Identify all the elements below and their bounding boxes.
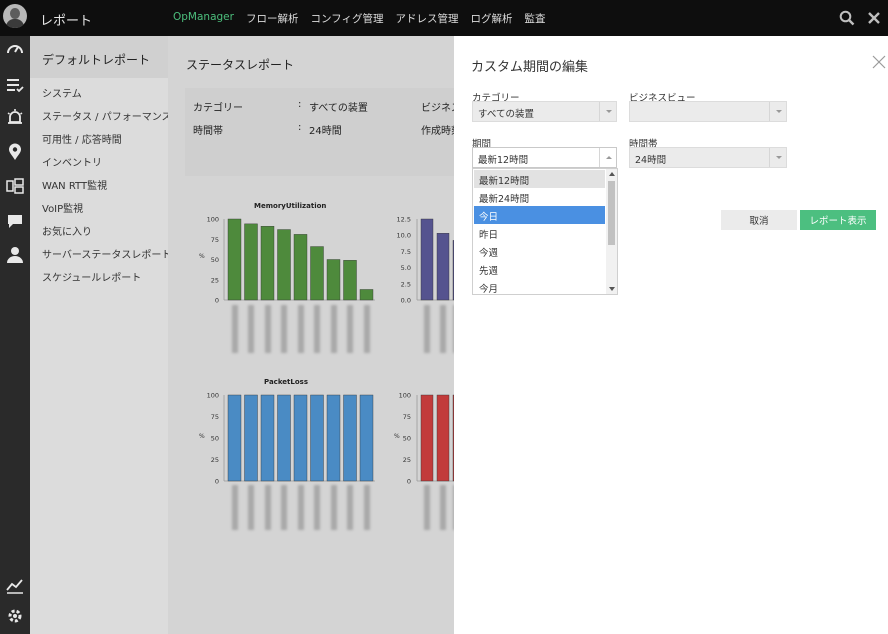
chart-category-label-blurred <box>231 485 238 530</box>
chart-bar <box>359 394 374 482</box>
chart-bar <box>260 226 275 301</box>
chart-category-label-blurred <box>440 305 446 353</box>
chart-y-tick-label: 75 <box>211 236 219 244</box>
dialog-title: カスタム期間の編集 <box>471 60 589 75</box>
chart-bar <box>277 394 291 482</box>
chart-y-tick-label: 0 <box>407 478 411 486</box>
chart-bar <box>310 394 324 482</box>
chart-y-tick-label: 75 <box>211 413 219 421</box>
chart-bar <box>436 394 450 482</box>
chart-y-tick-label: 50 <box>403 435 411 443</box>
chart-y-tick-label: 2.5 <box>401 280 411 288</box>
period-select-value: 最新12時間 <box>478 155 529 166</box>
chevron-down-icon <box>769 148 786 167</box>
chart-category-label-blurred <box>314 485 320 530</box>
chart-y-tick-label: 0 <box>215 478 219 486</box>
scroll-thumb[interactable] <box>608 181 615 245</box>
chart-y-tick-label: 25 <box>211 276 219 284</box>
chart-category-label-blurred <box>231 305 238 353</box>
chart-category-label-blurred <box>314 305 320 353</box>
period-option-today[interactable]: 今日 <box>474 206 605 224</box>
chart-category-label-blurred <box>347 305 353 353</box>
chart-y-axis-label: % <box>199 253 205 260</box>
chart-category-label-blurred <box>248 485 254 530</box>
show-report-button[interactable]: レポート表示 <box>800 210 876 230</box>
chart-y-tick-label: 25 <box>403 456 411 464</box>
chart-category-label-blurred <box>330 485 337 530</box>
chevron-down-icon <box>769 102 786 121</box>
chart-bar <box>343 260 357 301</box>
category-select-value: すべての装置 <box>478 109 534 120</box>
chart-y-tick-label: 0.0 <box>401 297 411 305</box>
chart-y-axis-label: % <box>199 433 205 440</box>
chart-category-label-blurred <box>297 485 304 530</box>
chart-y-tick-label: 7.5 <box>401 248 411 256</box>
scroll-up-arrow-icon[interactable] <box>609 172 615 176</box>
period-option-latest-24h[interactable]: 最新24時間 <box>474 188 605 206</box>
chart-y-axis-label: % <box>394 433 400 440</box>
chart-bar <box>420 394 434 482</box>
chart-category-label-blurred <box>330 305 337 353</box>
period-dropdown-list: 最新12時間 最新24時間 今日 昨日 今週 先週 今月 <box>472 168 618 295</box>
chart-category-label-blurred <box>440 485 446 530</box>
chart-y-tick-label: 75 <box>403 413 411 421</box>
category-select[interactable]: すべての装置 <box>472 101 617 122</box>
chart-category-label-blurred <box>281 305 287 353</box>
custom-period-dialog <box>454 36 888 634</box>
chart-bar <box>244 223 258 301</box>
period-option-yesterday[interactable]: 昨日 <box>474 224 605 242</box>
chart-y-tick-label: 0 <box>215 297 219 305</box>
chart-y-tick-label: 50 <box>211 435 219 443</box>
chart-category-label-blurred <box>424 305 430 353</box>
time-range-select-value: 24時間 <box>635 155 667 166</box>
cancel-button[interactable]: 取消 <box>721 210 797 230</box>
chart-bar <box>260 394 275 482</box>
scroll-down-arrow-icon[interactable] <box>609 287 615 291</box>
chart-y-tick-label: 100 <box>207 216 219 224</box>
chart-y-tick-label: 100 <box>207 392 219 400</box>
chart-category-label-blurred <box>248 305 254 353</box>
chart-bar <box>436 233 450 301</box>
chart-category-label-blurred <box>264 305 271 353</box>
chart-bar <box>293 234 308 301</box>
chart-category-label-blurred <box>281 485 287 530</box>
chart-bar <box>343 394 357 482</box>
close-icon[interactable] <box>872 55 886 69</box>
period-option-this-week[interactable]: 今週 <box>474 242 605 260</box>
chart-bar <box>326 259 341 301</box>
chart-category-label-blurred <box>363 305 370 353</box>
chart-category-label-blurred <box>264 485 271 530</box>
chart-bar <box>359 289 374 301</box>
chart-bar <box>326 394 341 482</box>
chevron-down-icon <box>599 102 616 121</box>
chart-category-label-blurred <box>347 485 353 530</box>
chart-bar <box>277 229 291 301</box>
period-select[interactable]: 最新12時間 <box>472 147 617 168</box>
dropdown-scrollbar[interactable] <box>606 169 617 294</box>
chart-bar <box>244 394 258 482</box>
chart-category-label-blurred <box>424 485 430 530</box>
chevron-up-icon <box>599 148 616 167</box>
business-view-select[interactable] <box>629 101 787 122</box>
chart-y-tick-label: 5.0 <box>401 264 411 272</box>
chart-y-tick-label: 50 <box>211 256 219 264</box>
chart-category-label-blurred <box>363 485 370 530</box>
chart-y-tick-label: 100 <box>399 392 411 400</box>
chart-bar <box>227 218 242 301</box>
period-option-latest-12h[interactable]: 最新12時間 <box>474 170 605 188</box>
period-option-this-month[interactable]: 今月 <box>474 278 605 296</box>
chart-bar <box>227 394 242 482</box>
chart-y-tick-label: 10.0 <box>397 232 411 240</box>
chart-category-label-blurred <box>297 305 304 353</box>
time-range-select[interactable]: 24時間 <box>629 147 787 168</box>
period-option-last-week[interactable]: 先週 <box>474 260 605 278</box>
chart-bar <box>420 218 434 301</box>
chart-y-tick-label: 12.5 <box>397 216 411 224</box>
chart-bar <box>310 246 324 301</box>
chart-y-tick-label: 25 <box>211 456 219 464</box>
chart-bar <box>293 394 308 482</box>
